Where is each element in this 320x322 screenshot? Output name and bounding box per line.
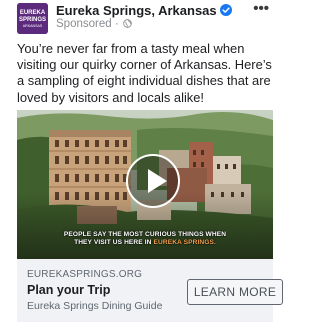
avatar-text-3: ARKANSAS [23,24,43,28]
link-description: Eureka Springs Dining Guide [27,300,163,312]
page-name-link[interactable]: Eureka Springs, Arkansas [56,3,217,18]
caption-highlight: EUREKA SPRINGS. [153,239,216,247]
post-header: EUREKA SPRINGS ARKANSAS Eureka Springs, … [17,1,273,36]
globe-icon [123,19,132,28]
post-body-text: You’re never far from a tasty meal when … [17,41,272,105]
link-domain: EUREKASPRINGS.ORG [27,269,143,280]
caption-line-2: THEY VISIT US HERE IN EUREKA SPRINGS. [17,239,273,247]
caption-line-1: PEOPLE SAY THE MOST CURIOUS THINGS WHEN [63,231,227,238]
verified-badge-icon [219,4,232,16]
play-button[interactable] [126,154,180,208]
learn-more-button[interactable]: LEARN MORE [187,279,283,305]
video-caption: PEOPLE SAY THE MOST CURIOUS THINGS WHEN … [17,231,273,247]
play-icon [148,169,167,193]
avatar-text-2: SPRINGS [19,17,46,23]
sponsored-label[interactable]: Sponsored [56,18,112,30]
page-name-row: Eureka Springs, Arkansas [56,3,232,18]
avatar-text-1: EUREKA [20,10,46,16]
avatar-logo: EUREKA SPRINGS ARKANSAS [17,3,48,34]
separator-dot: · [114,18,119,30]
call-to-action-bar[interactable]: EUREKASPRINGS.ORG Plan your Trip Eureka … [17,259,283,322]
link-headline[interactable]: Plan your Trip [27,283,110,297]
sponsored-line: Sponsored · [56,18,132,30]
more-options-icon[interactable]: ••• [253,1,269,16]
page-avatar[interactable]: EUREKA SPRINGS ARKANSAS [17,3,48,34]
caption-line-2-text: THEY VISIT US HERE IN [74,239,152,247]
